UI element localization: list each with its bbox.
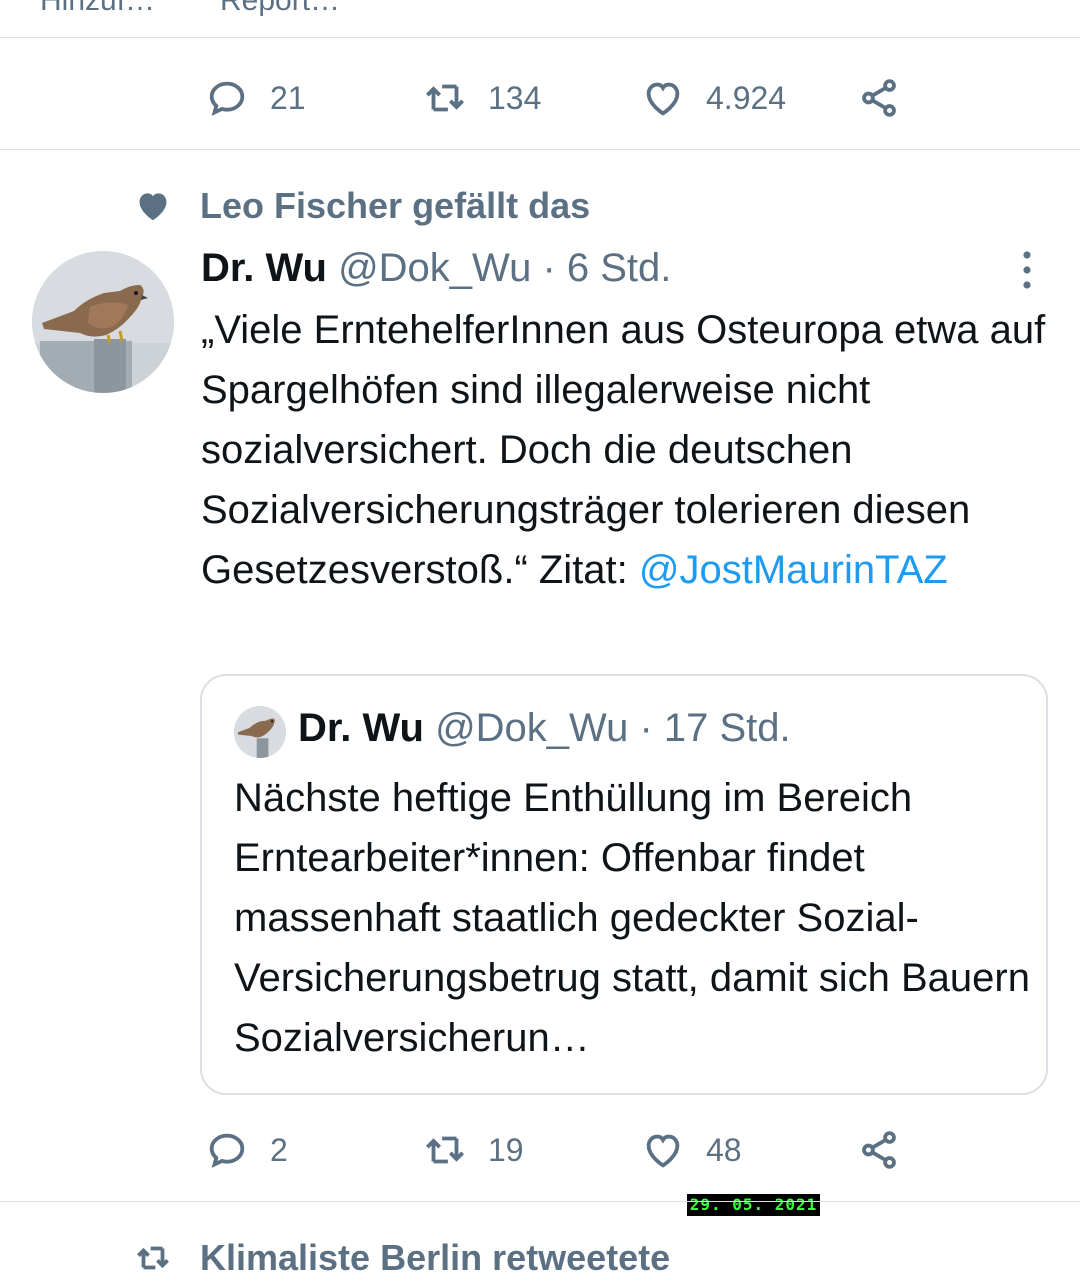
author-name[interactable]: Dr. Wu	[201, 246, 327, 290]
retweet-button[interactable]: 134	[422, 73, 541, 123]
reply-count: 2	[270, 1131, 288, 1168]
kestrel-avatar-image	[234, 706, 286, 758]
share-button[interactable]	[856, 1125, 902, 1175]
reply-button[interactable]: 2	[204, 1125, 288, 1175]
kestrel-avatar-image	[32, 251, 174, 393]
share-icon	[862, 79, 896, 117]
quoted-tweet-card[interactable]: Dr. Wu @Dok_Wu · 17 Std. Nächste heftige…	[200, 674, 1048, 1095]
share-icon	[862, 1131, 896, 1169]
quoted-text: Nächste heftige Enthüllung im Bereich Er…	[234, 776, 1030, 1060]
like-count: 48	[706, 1131, 742, 1168]
social-context-label: Leo Fischer gefällt das	[200, 185, 591, 226]
tweet-text: „Viele ErntehelferInnen aus Osteuropa et…	[201, 300, 1061, 600]
retweet-icon	[426, 1136, 464, 1164]
social-context-label: Klimaliste Berlin retweetete	[200, 1237, 671, 1278]
quoted-avatar	[234, 706, 286, 758]
reply-button[interactable]: 21	[204, 73, 306, 123]
tweet-action-bar: 21 134 4.924	[200, 73, 920, 123]
retweet-count: 134	[488, 79, 542, 116]
tweet-divider	[0, 1201, 1080, 1202]
tweet-action-bar: 2 19 48	[200, 1125, 920, 1175]
like-button[interactable]: 4.924	[640, 73, 786, 123]
like-button[interactable]: 48	[640, 1125, 742, 1175]
reply-count: 21	[270, 79, 306, 116]
retweet-icon	[426, 84, 464, 112]
like-icon	[646, 82, 680, 116]
heart-filled-icon	[139, 193, 167, 221]
more-options-icon[interactable]	[1010, 250, 1044, 290]
like-icon	[646, 1134, 680, 1168]
retweet-button[interactable]: 19	[422, 1125, 524, 1175]
retweet-count: 19	[488, 1131, 524, 1168]
quoted-header: Dr. Wu @Dok_Wu · 17 Std.	[298, 706, 791, 751]
previous-tweet-stub: Hinzuf… Report…	[0, 0, 1080, 38]
social-context[interactable]: Leo Fischer gefällt das	[134, 184, 590, 228]
reply-icon	[209, 81, 245, 116]
tweet-header: Dr. Wu @Dok_Wu · 6 Std.	[201, 246, 671, 291]
mention-link[interactable]: @JostMaurinTAZ	[639, 548, 948, 592]
author-handle-time[interactable]: @Dok_Wu · 6 Std.	[338, 246, 671, 290]
retweet-icon	[137, 1246, 169, 1270]
avatar[interactable]	[32, 251, 174, 393]
like-count: 4.924	[706, 79, 787, 116]
social-context[interactable]: Klimaliste Berlin retweetete	[134, 1236, 670, 1280]
date-stamp: 29. 05. 2021	[687, 1194, 820, 1216]
share-button[interactable]	[856, 73, 902, 123]
stub-label-right: Report…	[220, 0, 341, 17]
stub-label-left: Hinzuf…	[40, 0, 156, 17]
quoted-author-name: Dr. Wu	[298, 706, 424, 750]
reply-icon	[209, 1133, 245, 1168]
tweet-divider	[0, 149, 1080, 150]
quoted-handle-time: @Dok_Wu · 17 Std.	[435, 706, 791, 750]
